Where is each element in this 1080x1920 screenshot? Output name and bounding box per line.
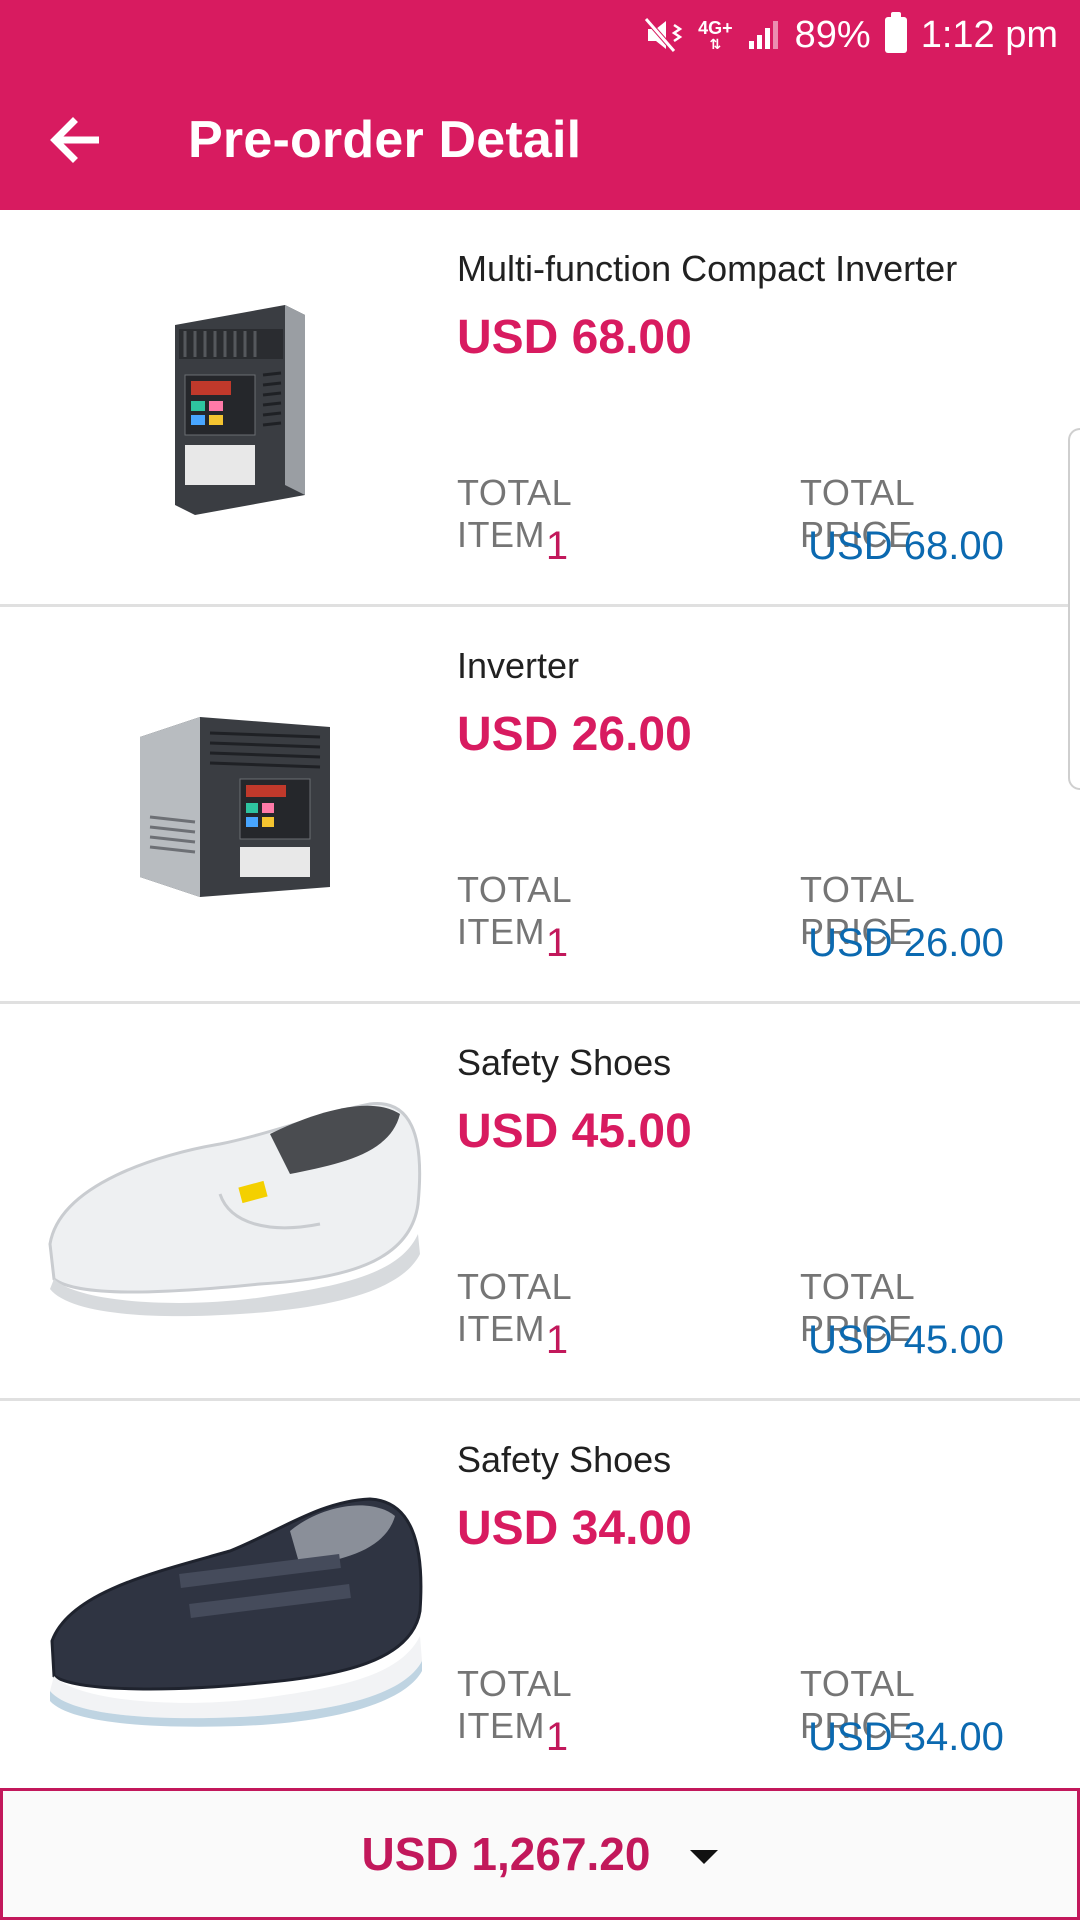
page-title: Pre-order Detail — [188, 111, 582, 169]
caret-down-icon — [690, 1850, 719, 1864]
item-name: Safety Shoes — [457, 1042, 672, 1083]
battery-percent: 89% — [794, 13, 871, 56]
item-price: USD 68.00 — [457, 311, 692, 364]
arrow-left-icon — [50, 117, 99, 163]
network-label: 4G+ — [698, 18, 733, 38]
list-item[interactable]: Inverter USD 26.00 TOTAL ITEM TOTAL PRIC… — [0, 607, 1080, 1004]
list-item[interactable]: Safety Shoes USD 34.00 TOTAL ITEM TOTAL … — [0, 1401, 1080, 1798]
total-price-value: USD 68.00 — [808, 524, 1004, 568]
app-bar: 4G+ ⇅ 89% 1:12 pm Pre-order Detail — [0, 0, 1080, 210]
item-price: USD 26.00 — [457, 708, 692, 761]
white-shoe-image — [40, 1044, 430, 1364]
battery-icon — [884, 12, 907, 53]
inverter-image — [40, 250, 430, 570]
item-name: Inverter — [457, 645, 580, 686]
total-item-value: 1 — [545, 1715, 569, 1759]
toolbar: Pre-order Detail — [0, 70, 1080, 210]
mute-vibrate-icon — [644, 17, 684, 53]
list-item[interactable]: Multi-function Compact Inverter USD 68.0… — [0, 210, 1080, 607]
total-price-value: USD 34.00 — [808, 1715, 1004, 1759]
total-item-value: 1 — [545, 1318, 569, 1362]
network-type-icon: 4G+ ⇅ — [698, 18, 733, 52]
item-price: USD 45.00 — [457, 1105, 692, 1158]
inverter-image — [40, 647, 430, 967]
total-item-value: 1 — [545, 524, 569, 568]
total-item-value: 1 — [545, 921, 569, 965]
item-price: USD 34.00 — [457, 1502, 692, 1555]
item-name: Safety Shoes — [457, 1439, 672, 1480]
scroll-handle[interactable] — [1068, 428, 1080, 790]
preorder-item-list: Multi-function Compact Inverter USD 68.0… — [0, 210, 1080, 1798]
item-name: Multi-function Compact Inverter — [457, 248, 958, 289]
back-button[interactable] — [0, 70, 150, 210]
total-price-value: USD 26.00 — [808, 921, 1004, 965]
status-bar: 4G+ ⇅ 89% 1:12 pm — [0, 0, 1080, 70]
list-item[interactable]: Safety Shoes USD 45.00 TOTAL ITEM TOTAL … — [0, 1004, 1080, 1401]
signal-icon — [747, 19, 781, 51]
total-summary-button[interactable]: USD 1,267.20 — [0, 1788, 1080, 1920]
clock: 1:12 pm — [920, 13, 1058, 56]
total-price-value: USD 45.00 — [808, 1318, 1004, 1362]
total-amount: USD 1,267.20 — [361, 1828, 651, 1880]
navy-shoe-image — [40, 1441, 430, 1761]
